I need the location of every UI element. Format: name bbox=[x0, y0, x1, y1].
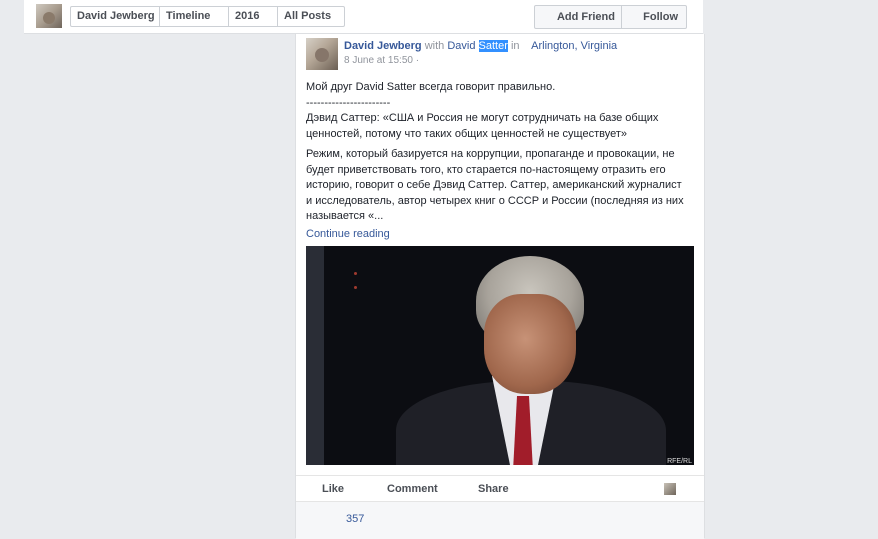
post-paragraph: Режим, который базируется на коррупции, … bbox=[306, 148, 684, 222]
person-face bbox=[484, 294, 576, 394]
privacy-separator: · bbox=[415, 55, 420, 66]
author-name-link[interactable]: David Jewberg bbox=[344, 40, 422, 52]
tagged-first-name: David bbox=[447, 40, 476, 52]
breadcrumb-all-posts[interactable]: All Posts bbox=[278, 7, 344, 26]
video-logo: RFE/RL bbox=[667, 458, 692, 465]
video-thumbnail[interactable]: RFE/RL bbox=[306, 246, 694, 465]
profile-actions: Add Friend Follow bbox=[534, 5, 687, 29]
breadcrumb: David Jewberg Timeline 2016 All Posts bbox=[70, 6, 345, 27]
tagged-last-name-selected: Satter bbox=[478, 40, 508, 52]
breadcrumb-timeline[interactable]: Timeline bbox=[160, 7, 229, 26]
post-quote: Дэвид Саттер: «США и Россия не могут сот… bbox=[306, 112, 659, 140]
tagged-person-link[interactable]: David Satter bbox=[447, 40, 508, 52]
post-timestamp[interactable]: 8 June at 15:50 · bbox=[344, 55, 694, 66]
reaction-count-link[interactable]: 357 bbox=[346, 513, 364, 525]
comment-button[interactable]: Comment bbox=[387, 483, 438, 495]
timestamp-text: 8 June at 15:50 bbox=[344, 55, 413, 66]
share-button[interactable]: Share bbox=[478, 483, 509, 495]
post-header-line: David Jewberg with David Satter in Arlin… bbox=[344, 40, 694, 52]
post-card: David Jewberg with David Satter in Arlin… bbox=[295, 34, 705, 539]
post-header: David Jewberg with David Satter in Arlin… bbox=[344, 40, 694, 66]
continue-reading-link[interactable]: Continue reading bbox=[306, 227, 686, 243]
studio-backdrop bbox=[306, 246, 324, 465]
follow-button[interactable]: Follow bbox=[622, 6, 686, 28]
post-text-line: Мой друг David Satter всегда говорит пра… bbox=[306, 81, 556, 93]
location-link[interactable]: Arlington, Virginia bbox=[531, 40, 617, 52]
post-stats: 357 bbox=[296, 501, 704, 539]
add-friend-button[interactable]: Add Friend bbox=[535, 6, 622, 28]
like-button[interactable]: Like bbox=[322, 483, 344, 495]
in-text: in bbox=[510, 40, 520, 52]
post-body: Мой друг David Satter всегда говорит пра… bbox=[306, 80, 686, 242]
with-text: with bbox=[424, 40, 445, 52]
actor-selector-avatar[interactable] bbox=[664, 483, 676, 495]
profile-avatar[interactable] bbox=[36, 4, 62, 28]
post-divider-line: ----------------------- bbox=[306, 96, 391, 109]
post-actions-bar: Like Comment Share bbox=[296, 475, 704, 502]
studio-lights bbox=[354, 264, 374, 289]
timeline-nav-bar: David Jewberg Timeline 2016 All Posts Ad… bbox=[24, 0, 703, 34]
breadcrumb-year[interactable]: 2016 bbox=[229, 7, 278, 26]
breadcrumb-profile-name[interactable]: David Jewberg bbox=[71, 7, 160, 26]
author-avatar[interactable] bbox=[306, 38, 338, 70]
